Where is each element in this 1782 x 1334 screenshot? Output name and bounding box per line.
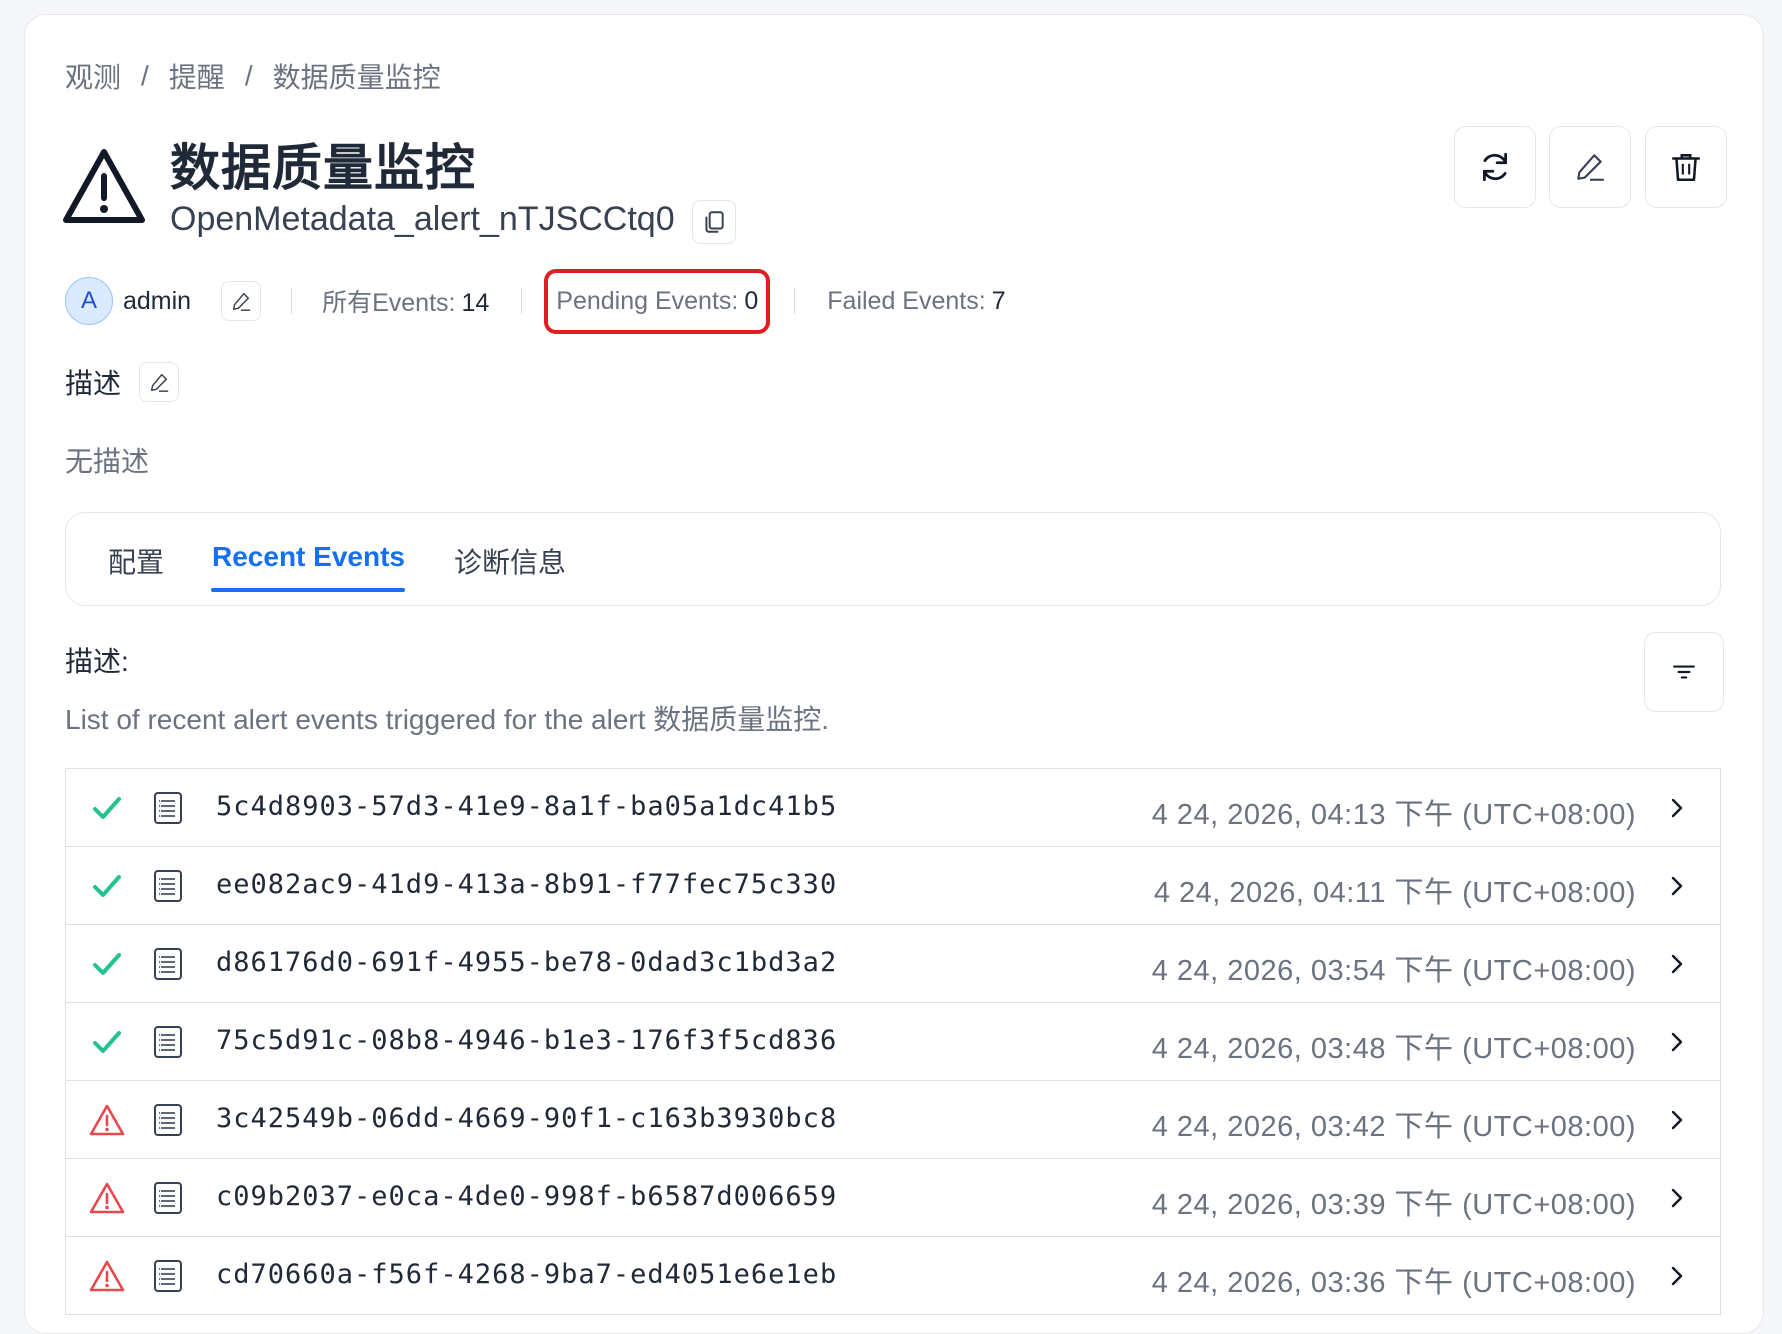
pending-events-label: Pending Events: — [556, 286, 739, 315]
refresh-icon — [1482, 152, 1508, 182]
event-row[interactable]: 5c4d8903-57d3-41e9-8a1f-ba05a1dc41b5 4 24… — [66, 769, 1720, 847]
event-row[interactable]: 3c42549b-06dd-4669-90f1-c163b3930bc8 4 24… — [66, 1081, 1720, 1159]
alert-fqn: OpenMetadata_alert_nTJSCCtq0 — [170, 200, 675, 238]
event-id: 5c4d8903-57d3-41e9-8a1f-ba05a1dc41b5 — [216, 791, 838, 822]
breadcrumb-observe[interactable]: 观测 — [65, 56, 121, 96]
owner-avatar[interactable]: A — [65, 277, 113, 325]
tab-bar: 配置 Recent Events 诊断信息 — [65, 512, 1721, 606]
chevron-right-icon[interactable] — [1664, 1261, 1690, 1291]
tab-diagnostics[interactable]: 诊断信息 — [454, 541, 566, 581]
description-header: 描述 — [65, 362, 180, 402]
event-row[interactable]: cd70660a-f56f-4268-9ba7-ed4051e6e1eb 4 24… — [66, 1237, 1720, 1315]
document-icon — [152, 947, 184, 981]
all-events-stat: 所有Events: 14 — [322, 283, 489, 319]
refresh-button[interactable] — [1454, 126, 1536, 208]
copy-button[interactable] — [692, 200, 736, 244]
tab-configuration[interactable]: 配置 — [108, 541, 164, 581]
event-row[interactable]: ee082ac9-41d9-413a-8b91-f77fec75c330 4 24… — [66, 847, 1720, 925]
chevron-right-icon[interactable] — [1664, 1105, 1690, 1135]
recent-events-desc-label: 描述: — [65, 646, 129, 677]
pending-events-stat: Pending Events: 0 — [544, 268, 771, 334]
check-icon — [88, 945, 126, 983]
pending-events-value: 0 — [744, 286, 759, 315]
pencil-icon — [150, 373, 169, 392]
meta-divider — [521, 288, 523, 314]
chevron-right-icon[interactable] — [1664, 1027, 1690, 1057]
delete-button[interactable] — [1645, 126, 1727, 208]
alert-triangle-icon — [62, 146, 146, 226]
event-timestamp: 4 24, 2026, 04:13 下午 (UTC+08:00) — [1151, 799, 1636, 831]
warning-triangle-icon — [88, 1257, 126, 1295]
edit-button[interactable] — [1549, 126, 1631, 208]
event-timestamp: 4 24, 2026, 03:48 下午 (UTC+08:00) — [1151, 1033, 1636, 1065]
document-icon — [152, 1181, 184, 1215]
warning-triangle-icon — [88, 1179, 126, 1217]
pencil-icon — [233, 292, 251, 311]
description-empty-text: 无描述 — [65, 446, 150, 477]
filter-icon — [1673, 665, 1695, 679]
filter-button[interactable] — [1644, 632, 1724, 712]
event-id: d86176d0-691f-4955-be78-0dad3c1bd3a2 — [216, 947, 838, 978]
document-icon — [152, 1259, 184, 1293]
document-icon — [152, 1103, 184, 1137]
event-timestamp: 4 24, 2026, 04:11 下午 (UTC+08:00) — [1153, 877, 1636, 909]
event-id: cd70660a-f56f-4268-9ba7-ed4051e6e1eb — [216, 1259, 838, 1290]
meta-divider — [794, 288, 796, 314]
event-id: c09b2037-e0ca-4de0-998f-b6587d006659 — [216, 1181, 838, 1212]
trash-icon — [1671, 154, 1701, 182]
check-icon — [88, 1023, 126, 1061]
chevron-right-icon[interactable] — [1664, 1183, 1690, 1213]
failed-events-label: Failed Events: — [827, 286, 986, 315]
warning-triangle-icon — [88, 1101, 126, 1139]
breadcrumb: 观测 / 提醒 / 数据质量监控 — [65, 56, 441, 96]
event-row[interactable]: d86176d0-691f-4955-be78-0dad3c1bd3a2 4 24… — [66, 925, 1720, 1003]
breadcrumb-alerts[interactable]: 提醒 — [169, 56, 225, 96]
chevron-right-icon[interactable] — [1664, 793, 1690, 823]
active-tab-indicator — [211, 588, 405, 592]
check-icon — [88, 789, 126, 827]
check-icon — [88, 867, 126, 905]
breadcrumb-current: 数据质量监控 — [272, 62, 441, 93]
event-timestamp: 4 24, 2026, 03:54 下午 (UTC+08:00) — [1151, 955, 1636, 987]
document-icon — [152, 869, 184, 903]
failed-events-stat: Failed Events: 7 — [827, 287, 1005, 316]
document-icon — [152, 1025, 184, 1059]
chevron-right-icon[interactable] — [1664, 949, 1690, 979]
all-events-value: 14 — [461, 289, 490, 317]
edit-description-button[interactable] — [139, 362, 180, 402]
recent-events-list: 5c4d8903-57d3-41e9-8a1f-ba05a1dc41b5 4 24… — [65, 768, 1721, 1315]
event-id: 75c5d91c-08b8-4946-b1e3-176f3f5cd836 — [216, 1025, 838, 1056]
all-events-label: 所有Events: — [322, 289, 456, 317]
pencil-icon — [1577, 154, 1604, 181]
meta-divider — [291, 288, 293, 314]
breadcrumb-separator: / — [141, 60, 149, 91]
alert-meta-row: A admin 所有Events: 14 Pending Events: 0 Fai… — [65, 268, 1006, 334]
event-row[interactable]: c09b2037-e0ca-4de0-998f-b6587d006659 4 24… — [66, 1159, 1720, 1237]
recent-events-desc: List of recent alert events triggered fo… — [65, 704, 830, 735]
edit-owner-button[interactable] — [221, 281, 262, 321]
event-row[interactable]: 75c5d91c-08b8-4946-b1e3-176f3f5cd836 4 24… — [66, 1003, 1720, 1081]
event-id: 3c42549b-06dd-4669-90f1-c163b3930bc8 — [216, 1103, 838, 1134]
event-timestamp: 4 24, 2026, 03:36 下午 (UTC+08:00) — [1151, 1267, 1636, 1299]
event-id: ee082ac9-41d9-413a-8b91-f77fec75c330 — [216, 869, 838, 900]
page-title: 数据质量监控 — [170, 140, 476, 196]
description-title: 描述 — [65, 368, 122, 399]
chevron-right-icon[interactable] — [1664, 871, 1690, 901]
document-icon — [152, 791, 184, 825]
tab-recent-events[interactable]: Recent Events — [212, 541, 405, 573]
breadcrumb-separator: / — [244, 60, 253, 91]
copy-icon — [705, 211, 724, 233]
event-timestamp: 4 24, 2026, 03:42 下午 (UTC+08:00) — [1151, 1111, 1636, 1143]
failed-events-value: 7 — [991, 286, 1006, 315]
event-timestamp: 4 24, 2026, 03:39 下午 (UTC+08:00) — [1151, 1189, 1636, 1221]
owner-name[interactable]: admin — [123, 287, 191, 316]
